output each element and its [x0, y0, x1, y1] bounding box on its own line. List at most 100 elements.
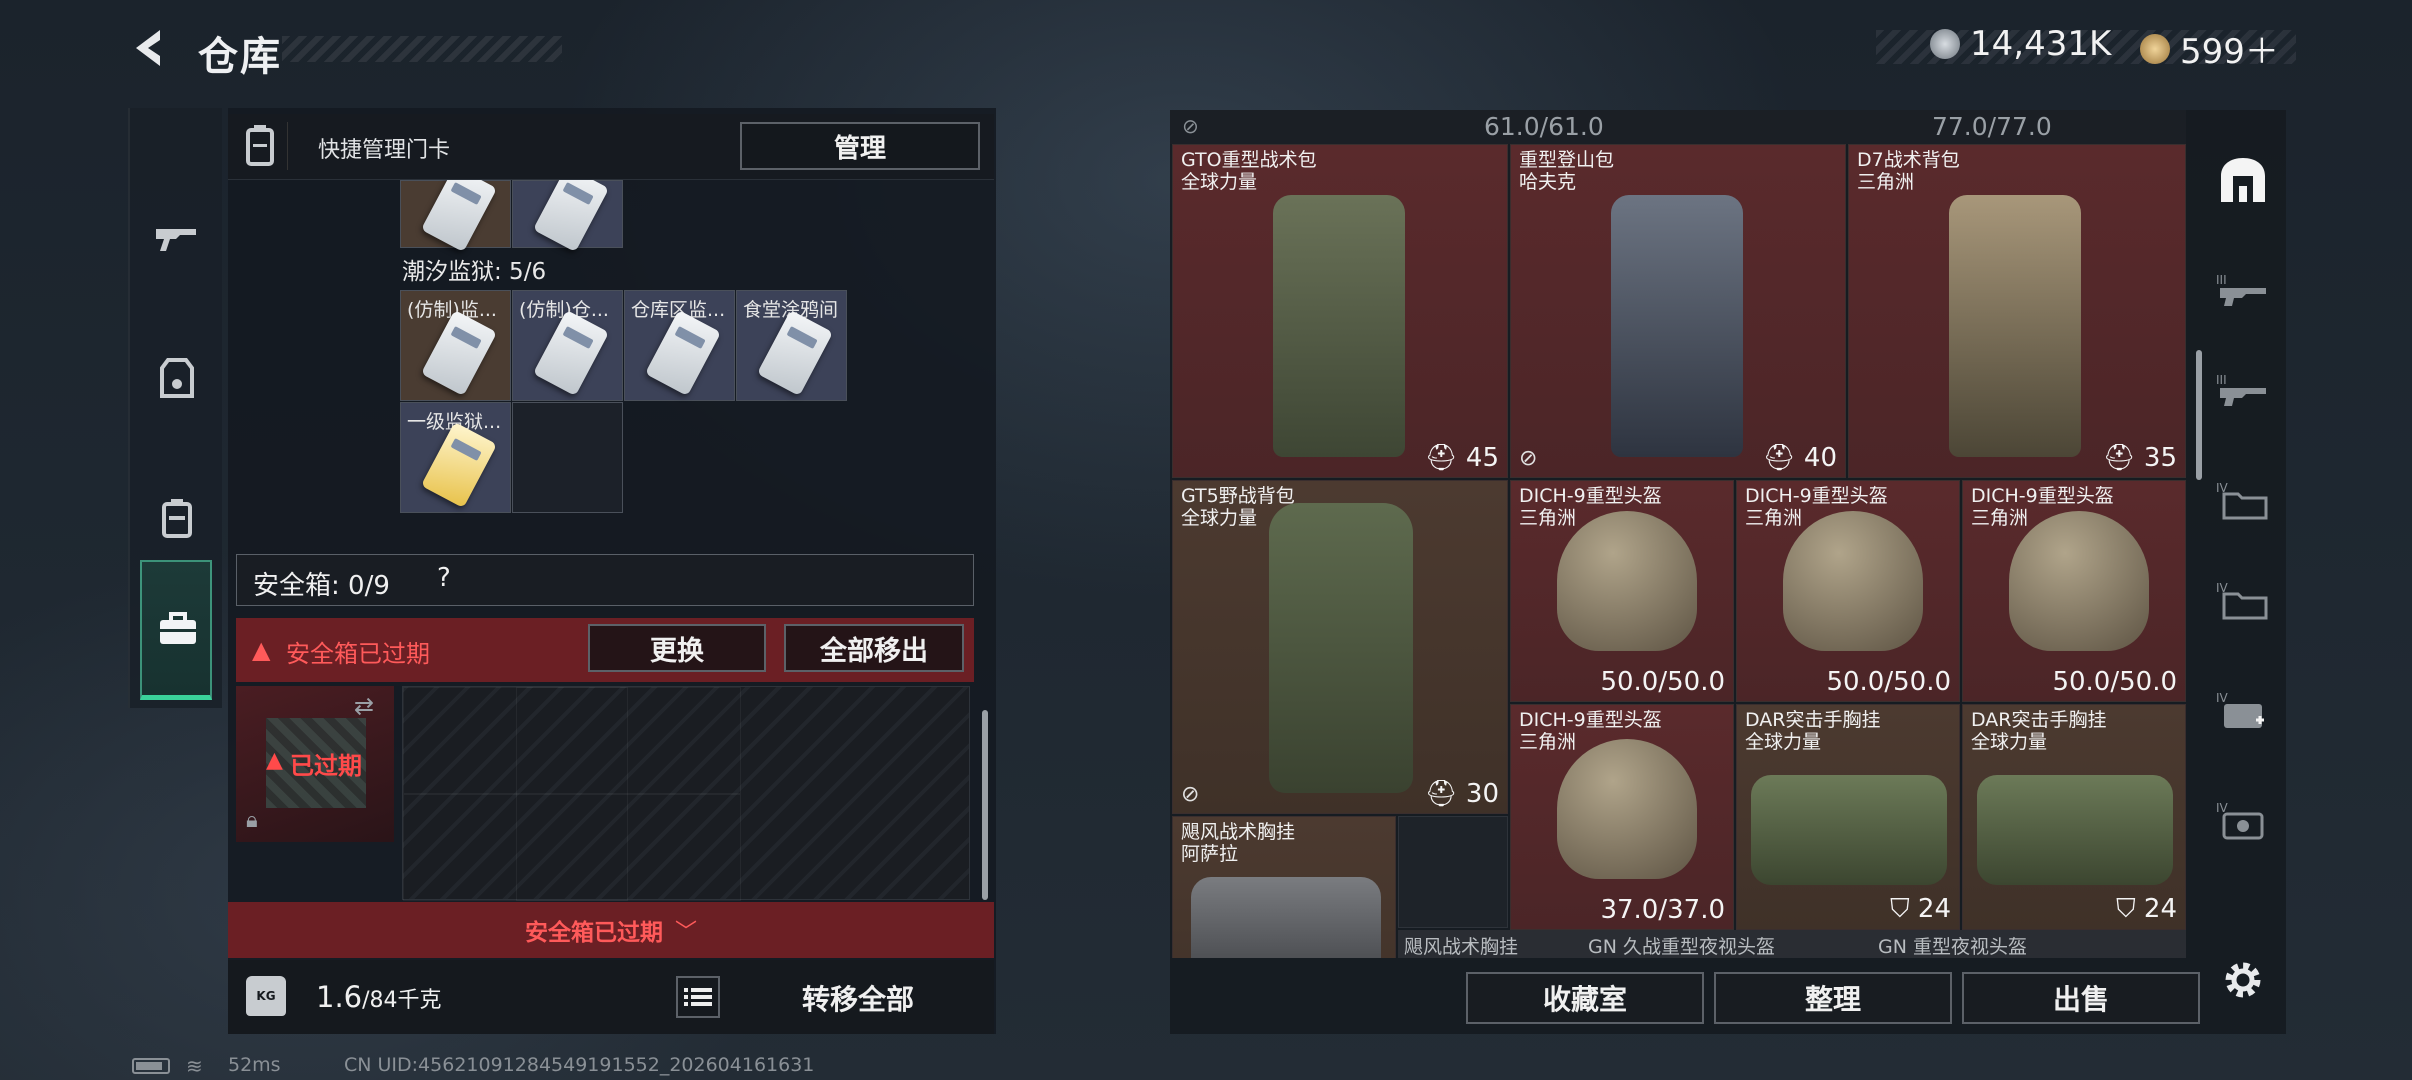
list-view-button[interactable]: [676, 976, 720, 1018]
keycard-slot[interactable]: (仿制)仓...: [512, 290, 623, 401]
item-chest-rig[interactable]: DAR突击手胸挂 全球力量 ⛉ 24: [1962, 704, 2186, 930]
item-backpack[interactable]: GT5野战背包 全球力量 ⊘ ⛑ 30: [1172, 480, 1508, 814]
nav-tier3-weapon[interactable]: III: [2206, 340, 2280, 440]
item-backpack[interactable]: D7战术背包 三角洲 ⛑ 35: [1848, 144, 2186, 478]
keycard-slot[interactable]: 食堂涂鸦间: [736, 290, 847, 401]
collection-room-button[interactable]: 收藏室: [1466, 972, 1704, 1024]
backpack-image: [1949, 195, 2081, 457]
sort-button[interactable]: 整理: [1714, 972, 1952, 1024]
chevron-down-icon: ﹀: [674, 920, 697, 945]
item-chest-rig[interactable]: 飓风战术胸挂 阿萨拉: [1172, 816, 1396, 958]
keycard-slot[interactable]: (仿制)监...: [400, 290, 511, 401]
backpack-image: [1273, 195, 1405, 457]
briefcase-icon: [160, 612, 196, 644]
gear-icon: [2225, 962, 2261, 998]
stash-header: ⊘ 61.0/61.0 77.0/77.0: [1170, 110, 2186, 144]
backpack-icon: [162, 499, 192, 538]
prison-keycard-grid: (仿制)监... (仿制)仓... 仓库区监... 食堂涂鸦间 一级监狱...: [400, 290, 856, 516]
gun-icon: [156, 229, 196, 251]
nav-tier4-archive[interactable]: IV: [2206, 550, 2280, 650]
svg-text:III: III: [2216, 273, 2227, 287]
nav-tier4-folder[interactable]: IV: [2206, 450, 2280, 550]
expired-footer-bar[interactable]: 安全箱已过期 ﹀: [228, 902, 994, 958]
stash-home-icon: [2221, 158, 2265, 202]
weight-icon: KG: [246, 976, 286, 1016]
helmet-image: [2009, 511, 2149, 651]
swap-arrows-icon[interactable]: ⇄: [354, 692, 374, 720]
item-helmet[interactable]: DICH-9重型头盔 三角洲 50.0/50.0: [1736, 480, 1960, 702]
helmet-image: [1557, 511, 1697, 651]
weight-bar: KG 1.6/84千克 转移全部: [228, 960, 994, 1034]
prison-keycard-count: 潮汐监狱: 5/6: [402, 259, 547, 285]
keycard-slot[interactable]: [400, 165, 511, 253]
back-button[interactable]: [126, 22, 174, 74]
durability-right: 77.0/77.0: [1932, 112, 2052, 141]
keycard-slot[interactable]: 仓库区监...: [624, 290, 735, 401]
backpack-image: [1611, 195, 1743, 457]
weight-readout: 1.6/84千克: [316, 980, 442, 1014]
chest-rig-image: [1977, 775, 2173, 885]
helmet-image: [1557, 739, 1697, 879]
nav-all-items[interactable]: [2206, 130, 2280, 230]
currency-gold[interactable]: 599＋: [2140, 24, 2279, 73]
equipment-icon: IV: [2216, 801, 2264, 840]
back-arrow-icon: [136, 30, 160, 66]
safe-box-header: 安全箱: 0/9 ?: [236, 554, 974, 606]
title-decoration: [282, 36, 562, 62]
nav-tier4-equipment[interactable]: IV: [2206, 770, 2280, 870]
expired-label: 安全箱已过期: [286, 640, 430, 668]
safe-box-grid: [402, 686, 970, 901]
nav-safe-box[interactable]: [140, 560, 212, 700]
stash-grid: GTO重型战术包 全球力量 ⛑ 45 重型登山包 哈夫克 ⊘ ⛑ 40 D7战术背包…: [1172, 144, 2186, 958]
keycard-box-icon: [240, 122, 288, 170]
item-backpack[interactable]: GTO重型战术包 全球力量 ⛑ 45: [1172, 144, 1508, 478]
ping-readout: 52ms: [228, 1054, 281, 1076]
right-scrollbar[interactable]: [2196, 350, 2202, 480]
item-helmet[interactable]: DICH-9重型头盔 三角洲 50.0/50.0: [1510, 480, 1734, 702]
keycard-slot[interactable]: [512, 165, 623, 253]
item-helmet[interactable]: DICH-9重型头盔 三角洲 50.0/50.0: [1962, 480, 2186, 702]
medkit-icon: IV: [2216, 691, 2264, 728]
warning-icon: ▲: [252, 636, 271, 664]
no-trade-icon: ⊘: [1181, 782, 1200, 807]
item-helmet[interactable]: DICH-9重型头盔 三角洲 37.0/37.0: [1510, 704, 1734, 930]
empty-slot[interactable]: [1398, 816, 1508, 928]
rifle-icon: III: [2216, 273, 2266, 306]
sell-button[interactable]: 出售: [1962, 972, 2200, 1024]
nav-weapons[interactable]: [130, 178, 224, 298]
uid-readout: CN UID:45621091284549191552_202604161631: [344, 1054, 815, 1076]
no-trade-icon: ⊘: [1519, 446, 1538, 471]
move-all-out-button[interactable]: 全部移出: [784, 624, 964, 672]
battery-icon: [132, 1058, 170, 1074]
transfer-all-button[interactable]: 转移全部: [738, 974, 978, 1022]
backpack-image: [1269, 503, 1413, 793]
safe-box-expired-bar: ▲ 安全箱已过期 更换 全部移出: [236, 618, 974, 682]
lock-icon: 🔒︎: [246, 808, 258, 833]
manage-button[interactable]: 管理: [740, 122, 980, 170]
folder-icon: IV: [2216, 581, 2268, 620]
keycard-slot[interactable]: 一级监狱...: [400, 402, 511, 513]
list-icon: [684, 988, 712, 1006]
left-scrollbar[interactable]: [982, 710, 988, 900]
armor-icon: [160, 358, 194, 398]
nav-tier4-medical[interactable]: IV: [2206, 660, 2280, 760]
chest-rig-image: [1751, 775, 1947, 885]
nav-armor[interactable]: [130, 318, 224, 438]
nav-tier3-rifle[interactable]: III: [2206, 240, 2280, 340]
wifi-icon: ≋: [186, 1054, 203, 1078]
quick-manage-label: 快捷管理门卡: [318, 138, 451, 163]
item-chest-rig[interactable]: DAR突击手胸挂 全球力量 ⛉ 24: [1736, 704, 1960, 930]
swap-button[interactable]: 更换: [588, 624, 766, 672]
item-backpack[interactable]: 重型登山包 哈夫克 ⊘ ⛑ 40: [1510, 144, 1846, 478]
quick-manage-bar: 快捷管理门卡 管理: [228, 114, 994, 180]
chest-rig-image: [1191, 877, 1381, 958]
currency-silver[interactable]: 14,431K: [1930, 24, 2111, 64]
settings-button[interactable]: [2206, 930, 2280, 1030]
safe-box-slot[interactable]: ▲ 已过期 ⇄ 🔒︎: [236, 686, 394, 842]
expired-badge-icon: ▲: [266, 748, 283, 773]
silver-coin-icon: [1930, 29, 1960, 59]
expired-footer-label: 安全箱已过期: [524, 920, 663, 946]
safe-box-label: 安全箱: 0/9: [253, 571, 390, 601]
empty-keycard-slot[interactable]: [512, 402, 623, 513]
help-icon[interactable]: ?: [437, 563, 451, 593]
